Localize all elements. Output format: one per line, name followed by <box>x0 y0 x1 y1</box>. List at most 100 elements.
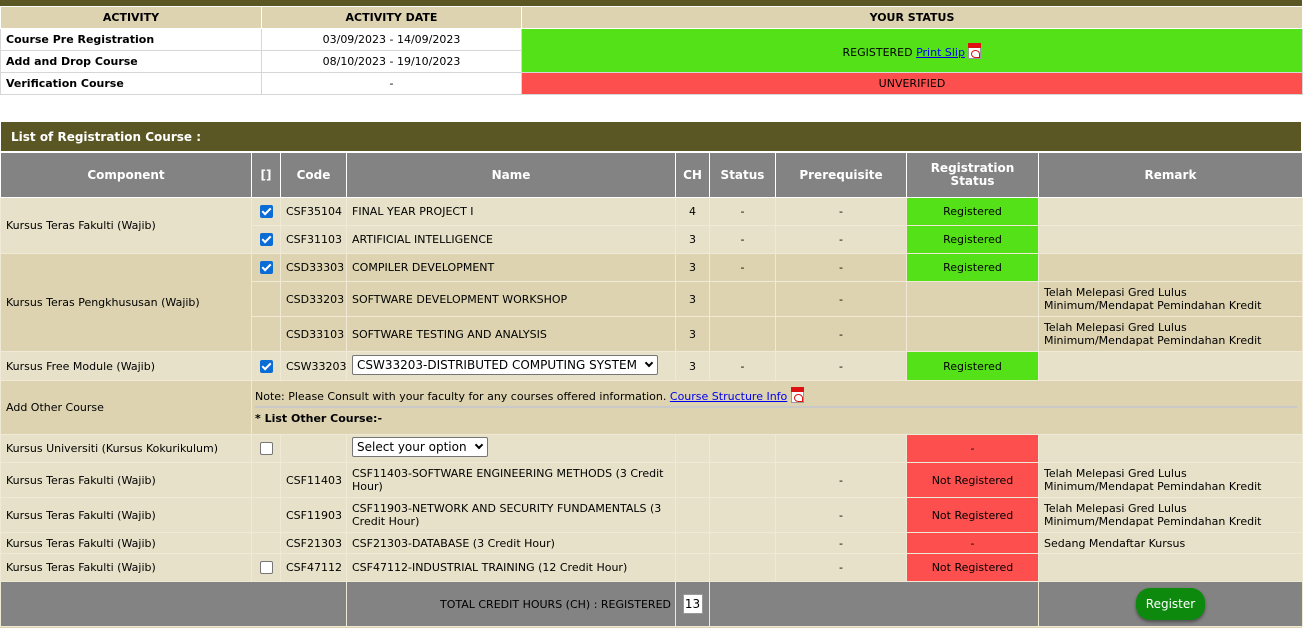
list-other-label: * List Other Course:- <box>255 411 383 425</box>
course-checkbox[interactable] <box>259 561 273 575</box>
reg-status: Not Registered <box>906 462 1039 498</box>
course-prereq: - <box>775 225 907 254</box>
course-remark <box>1038 253 1303 282</box>
course-prereq: - <box>775 497 907 533</box>
course-name: CSF11403-SOFTWARE ENGINEERING METHODS (3… <box>346 462 676 498</box>
registration-table: Component [] Code Name CH Status Prerequ… <box>0 152 1303 627</box>
course-prereq: - <box>775 281 907 317</box>
free-module-select[interactable]: CSW33203-DISTRIBUTED COMPUTING SYSTEM <box>352 354 658 375</box>
course-name: COMPILER DEVELOPMENT <box>346 253 676 282</box>
course-remark <box>1038 553 1303 582</box>
course-checkbox[interactable] <box>259 359 273 373</box>
course-ch: 3 <box>675 281 710 317</box>
course-checkbox[interactable] <box>259 233 273 247</box>
course-name: CSF21303-DATABASE (3 Credit Hour) <box>346 532 676 554</box>
course-remark <box>1038 197 1303 226</box>
component-label: Kursus Teras Fakulti (Wajib) <box>0 532 252 554</box>
total-row: TOTAL CREDIT HOURS (CH) : REGISTERED 13 … <box>0 581 1303 627</box>
col-name: Name <box>346 152 676 198</box>
component-label: Kursus Teras Pengkhususan (Wajib) <box>0 253 252 352</box>
table-row: Kursus Teras Fakulti (Wajib) CSF47112 CS… <box>0 553 1303 582</box>
col-registration-status: Registration Status <box>906 152 1039 198</box>
course-status: - <box>709 253 776 282</box>
component-label: Kursus Universiti (Kursus Kokurikulum) <box>0 434 252 463</box>
registration-panel: List of Registration Course : Component … <box>0 121 1303 628</box>
course-prereq: - <box>775 532 907 554</box>
course-name: SOFTWARE DEVELOPMENT WORKSHOP <box>346 281 676 317</box>
activity-name: Verification Course <box>0 72 262 95</box>
col-remark: Remark <box>1038 152 1303 198</box>
table-row: Kursus Teras Fakulti (Wajib) CSF11903 CS… <box>0 497 1303 533</box>
course-remark: Sedang Mendaftar Kursus <box>1038 532 1303 554</box>
course-status <box>709 316 776 352</box>
reg-status: Not Registered <box>906 553 1039 582</box>
component-label: Kursus Free Module (Wajib) <box>0 351 252 381</box>
pdf-icon[interactable] <box>968 42 982 59</box>
other-course-select[interactable]: Select your option <box>352 437 488 457</box>
table-row: Kursus Universiti (Kursus Kokurikulum) S… <box>0 434 1303 463</box>
status-unverified: UNVERIFIED <box>521 72 1303 95</box>
reg-status: Registered <box>906 351 1039 381</box>
reg-status <box>906 281 1039 317</box>
reg-status: Registered <box>906 197 1039 226</box>
course-name: FINAL YEAR PROJECT I <box>346 197 676 226</box>
course-checkbox[interactable] <box>259 442 273 456</box>
course-checkbox[interactable] <box>259 205 273 219</box>
course-prereq: - <box>775 553 907 582</box>
table-row: Add Other Course Note: Please Consult wi… <box>0 380 1303 435</box>
activity-date: 03/09/2023 - 14/09/2023 <box>261 28 522 51</box>
reg-status: Registered <box>906 225 1039 254</box>
chevron-down-icon <box>644 358 654 367</box>
total-value: 13 <box>682 594 703 614</box>
component-label: Kursus Teras Fakulti (Wajib) <box>0 497 252 533</box>
registration-title: List of Registration Course : <box>0 121 1302 152</box>
course-code: CSW33203 <box>280 351 347 381</box>
course-checkbox[interactable] <box>259 261 273 275</box>
course-prereq: - <box>775 197 907 226</box>
reg-status: Registered <box>906 253 1039 282</box>
col-check: [] <box>251 152 281 198</box>
reg-status: - <box>906 532 1039 554</box>
component-label: Kursus Teras Fakulti (Wajib) <box>0 197 252 254</box>
table-row: Kursus Free Module (Wajib) CSW33203 CSW3… <box>0 351 1303 381</box>
status-registered-text: REGISTERED <box>842 45 913 59</box>
component-label: Kursus Teras Fakulti (Wajib) <box>0 462 252 498</box>
course-remark <box>1038 351 1303 381</box>
course-ch: 4 <box>675 197 710 226</box>
course-remark <box>1038 225 1303 254</box>
header-activity-date: ACTIVITY DATE <box>261 6 522 29</box>
course-code: CSD33303 <box>280 253 347 282</box>
header-activity: ACTIVITY <box>0 6 262 29</box>
col-component: Component <box>0 152 252 198</box>
status-registered-cell: REGISTERED Print Slip <box>521 28 1303 73</box>
course-prereq: - <box>775 351 907 381</box>
table-row: Kursus Teras Fakulti (Wajib) CSF11403 CS… <box>0 462 1303 498</box>
component-label: Add Other Course <box>0 380 252 435</box>
table-row: Kursus Teras Fakulti (Wajib) CSF35104 FI… <box>0 197 1303 254</box>
course-ch: 3 <box>675 225 710 254</box>
course-remark: Telah Melepasi Gred Lulus Minimum/Mendap… <box>1038 462 1303 498</box>
course-status: - <box>709 225 776 254</box>
course-code: CSD33203 <box>280 281 347 317</box>
course-code: CSF31103 <box>280 225 347 254</box>
course-code: CSF21303 <box>280 532 347 554</box>
activity-date: - <box>261 72 522 95</box>
chevron-down-icon <box>474 440 483 450</box>
course-prereq: - <box>775 462 907 498</box>
course-prereq: - <box>775 316 907 352</box>
table-row: Kursus Teras Pengkhususan (Wajib) CSD333… <box>0 253 1303 352</box>
course-code: CSF35104 <box>280 197 347 226</box>
course-code: CSF47112 <box>280 553 347 582</box>
course-code: CSD33103 <box>280 316 347 352</box>
register-button[interactable]: Register <box>1135 588 1206 620</box>
course-name: SOFTWARE TESTING AND ANALYSIS <box>346 316 676 352</box>
course-status <box>709 281 776 317</box>
course-structure-link[interactable]: Course Structure Info <box>670 390 787 403</box>
total-label: TOTAL CREDIT HOURS (CH) : REGISTERED <box>346 581 676 627</box>
print-slip-link[interactable]: Print Slip <box>916 46 965 59</box>
col-prerequisite: Prerequisite <box>775 152 907 198</box>
course-ch: 3 <box>675 316 710 352</box>
course-code: CSF11903 <box>280 497 347 533</box>
col-status: Status <box>709 152 776 198</box>
pdf-icon[interactable] <box>790 386 804 403</box>
